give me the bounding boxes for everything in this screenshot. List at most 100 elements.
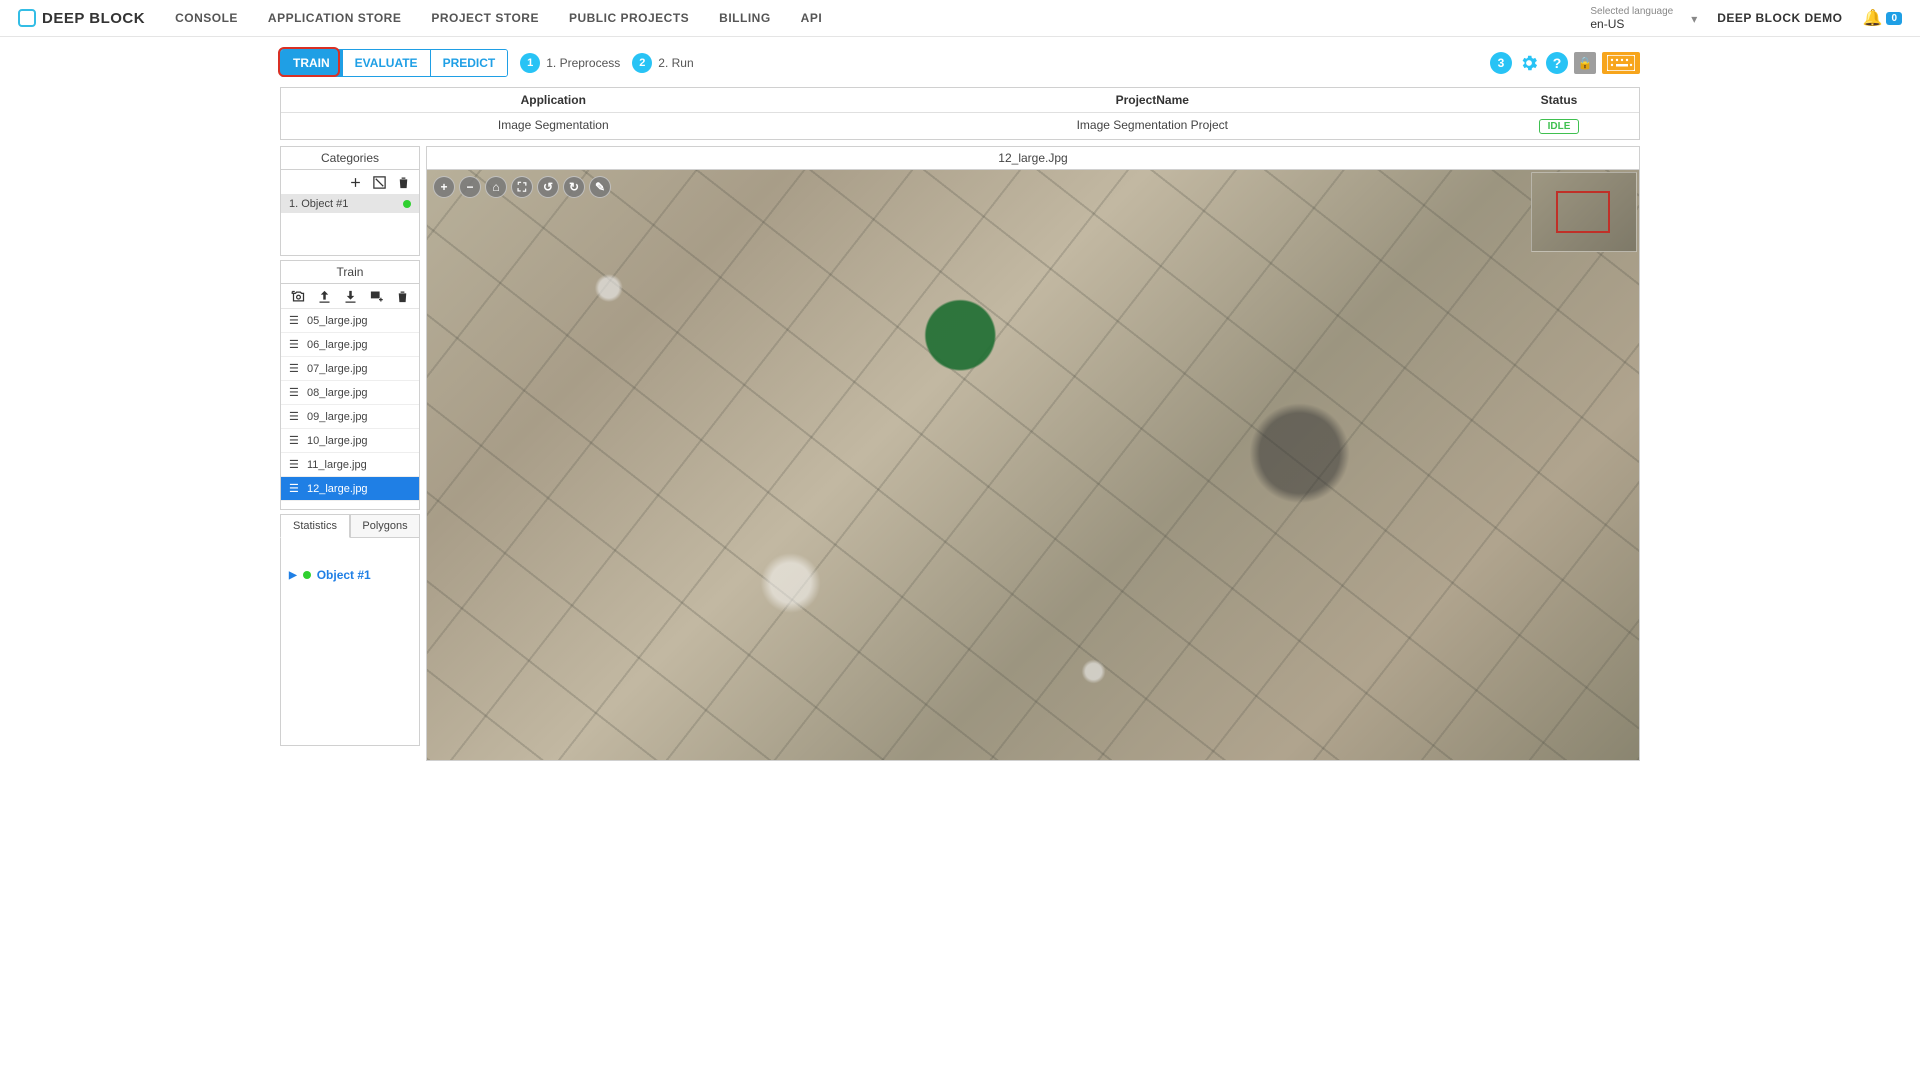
- train-file-label: 08_large.jpg: [307, 387, 368, 399]
- val-application: Image Segmentation: [281, 113, 826, 139]
- nav-public-projects[interactable]: PUBLIC PROJECTS: [569, 11, 689, 25]
- notifications[interactable]: 🔔 0: [1863, 8, 1902, 28]
- tabs: Statistics Polygons: [280, 514, 420, 538]
- zoom-in-button[interactable]: +: [433, 176, 455, 198]
- mode-predict[interactable]: PREDICT: [430, 50, 508, 76]
- rotate-left-button[interactable]: ↺: [537, 176, 559, 198]
- notification-count: 0: [1886, 12, 1902, 25]
- val-status: IDLE: [1479, 113, 1639, 139]
- train-file-item[interactable]: ☰ 11_large.jpg: [281, 453, 419, 477]
- logo-icon: [18, 9, 36, 27]
- keyboard-icon: [1607, 55, 1635, 71]
- step-preprocess[interactable]: 1 1. Preprocess: [520, 53, 620, 73]
- project-table: Application ProjectName Status Image Seg…: [280, 87, 1640, 140]
- list-icon: ☰: [289, 386, 301, 399]
- image-canvas[interactable]: + − ⌂ ⛶ ↺ ↻ ✎: [427, 170, 1639, 760]
- top-nav: CONSOLE APPLICATION STORE PROJECT STORE …: [175, 11, 822, 25]
- category-color-dot: [403, 200, 411, 208]
- delete-category-button[interactable]: [395, 174, 411, 190]
- settings-button[interactable]: [1518, 52, 1540, 74]
- home-button[interactable]: ⌂: [485, 176, 507, 198]
- train-file-item[interactable]: ☰09_large.jpg: [281, 405, 419, 429]
- col-status: Status: [1479, 88, 1639, 113]
- list-icon: ☰: [289, 338, 301, 351]
- train-file-label: 05_large.jpg: [307, 315, 368, 327]
- list-icon: ☰: [289, 362, 301, 375]
- val-projectname: Image Segmentation Project: [826, 113, 1479, 139]
- bell-icon: 🔔: [1863, 8, 1883, 28]
- categories-panel: Categories 1. Object #1: [280, 146, 420, 256]
- minimap-viewport[interactable]: [1556, 191, 1610, 233]
- capture-button[interactable]: [290, 288, 306, 304]
- mode-group: TRAIN EVALUATE PREDICT: [280, 49, 508, 77]
- train-title: Train: [281, 261, 419, 284]
- help-button[interactable]: ?: [1546, 52, 1568, 74]
- col-application: Application: [281, 88, 826, 113]
- add-image-button[interactable]: [368, 288, 384, 304]
- train-file-list[interactable]: ☰05_large.jpg☰06_large.jpg☰07_large.jpg☰…: [281, 309, 419, 509]
- add-category-button[interactable]: [347, 174, 363, 190]
- minimap[interactable]: [1531, 172, 1637, 252]
- upload-button[interactable]: [316, 288, 332, 304]
- col-projectname: ProjectName: [826, 88, 1479, 113]
- step-label-2: 2. Run: [658, 56, 693, 70]
- fullscreen-button[interactable]: ⛶: [511, 176, 533, 198]
- category-label: 1. Object #1: [289, 198, 348, 210]
- nav-app-store[interactable]: APPLICATION STORE: [268, 11, 401, 25]
- tab-statistics[interactable]: Statistics: [280, 514, 350, 538]
- train-file-label: 07_large.jpg: [307, 363, 368, 375]
- nav-billing[interactable]: BILLING: [719, 11, 771, 25]
- train-file-item[interactable]: ☰12_large.jpg: [281, 477, 419, 501]
- nav-api[interactable]: API: [801, 11, 823, 25]
- tab-polygons[interactable]: Polygons: [350, 514, 420, 538]
- nav-project-store[interactable]: PROJECT STORE: [431, 11, 539, 25]
- question-icon: ?: [1553, 55, 1562, 71]
- language-selector[interactable]: Selected language en-US ▾: [1590, 6, 1697, 31]
- train-file-item[interactable]: ☰05_large.jpg: [281, 309, 419, 333]
- rotate-right-button[interactable]: ↻: [563, 176, 585, 198]
- train-file-label: 12_large.jpg: [307, 483, 368, 495]
- train-tools: [281, 284, 419, 309]
- image-title: 12_large.Jpg: [427, 147, 1639, 170]
- edit-category-button[interactable]: [371, 174, 387, 190]
- list-icon: ☰: [289, 458, 301, 471]
- left-column: Categories 1. Object #1 Train: [280, 146, 420, 761]
- toolbar: TRAIN EVALUATE PREDICT 1 1. Preprocess 2…: [280, 49, 1640, 77]
- list-icon: ☰: [289, 434, 301, 447]
- stat-color-dot: [303, 571, 311, 579]
- user-name[interactable]: DEEP BLOCK DEMO: [1717, 11, 1842, 25]
- viewer-tools: + − ⌂ ⛶ ↺ ↻ ✎: [433, 176, 611, 198]
- count-badge[interactable]: 3: [1490, 52, 1512, 74]
- list-icon: ☰: [289, 410, 301, 423]
- image-viewer: 12_large.Jpg + − ⌂ ⛶ ↺ ↻ ✎: [426, 146, 1640, 761]
- mode-evaluate[interactable]: EVALUATE: [342, 50, 430, 76]
- bottom-tabs-panel: Statistics Polygons ▶ Object #1: [280, 514, 420, 746]
- draw-button[interactable]: ✎: [589, 176, 611, 198]
- nav-console[interactable]: CONSOLE: [175, 11, 238, 25]
- step-run[interactable]: 2 2. Run: [632, 53, 693, 73]
- train-file-item[interactable]: ☰10_large.jpg: [281, 429, 419, 453]
- train-panel: Train ☰05_large.jpg☰06_large.jpg☰07_larg…: [280, 260, 420, 510]
- step-label-1: 1. Preprocess: [546, 56, 620, 70]
- lock-button[interactable]: 🔒: [1574, 52, 1596, 74]
- category-item[interactable]: 1. Object #1: [281, 195, 419, 213]
- logo-text: DEEP BLOCK: [42, 10, 145, 27]
- gear-icon: [1519, 53, 1539, 73]
- train-file-item[interactable]: ☰ 07_large.jpg: [281, 357, 419, 381]
- train-file-item[interactable]: ☰06_large.jpg: [281, 333, 419, 357]
- logo[interactable]: DEEP BLOCK: [18, 9, 145, 27]
- lock-icon: 🔒: [1578, 56, 1593, 70]
- download-button[interactable]: [342, 288, 358, 304]
- keyboard-button[interactable]: [1602, 52, 1640, 74]
- status-badge: IDLE: [1539, 119, 1580, 134]
- train-file-item[interactable]: ☰ 08_large.jpg: [281, 381, 419, 405]
- categories-title: Categories: [281, 147, 419, 170]
- categories-tools: [281, 170, 419, 195]
- mode-train[interactable]: TRAIN: [281, 50, 342, 76]
- stat-object-row[interactable]: ▶ Object #1: [289, 568, 411, 582]
- chevron-down-icon: ▾: [1691, 12, 1697, 26]
- train-file-label: 11_large.jpg: [307, 459, 367, 471]
- step-num-2: 2: [632, 53, 652, 73]
- delete-image-button[interactable]: [394, 288, 410, 304]
- zoom-out-button[interactable]: −: [459, 176, 481, 198]
